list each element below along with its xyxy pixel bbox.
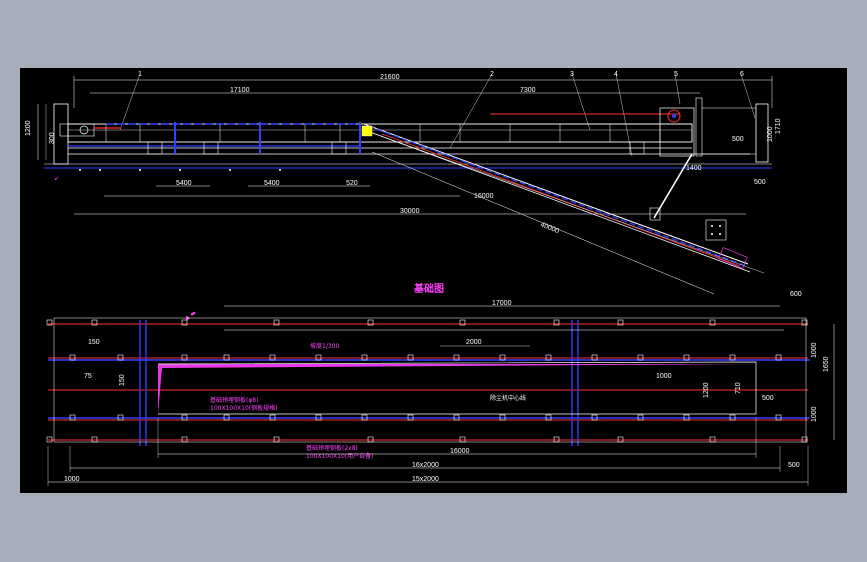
- part-label-3: 3: [570, 71, 574, 78]
- note-embed-2: 100X100X10(钢板规格): [210, 404, 277, 412]
- dim-plan-bottom-c: 15x2000: [412, 476, 439, 483]
- dim-right-a: 500: [732, 136, 744, 143]
- part-label-2: 2: [490, 71, 494, 78]
- dim-plan-bottom-b: 16x2000: [412, 462, 439, 469]
- dim-span1: 5400: [176, 180, 192, 187]
- part-label-1: 1: [138, 71, 142, 78]
- dim-h-left: 1200: [25, 120, 32, 136]
- cad-drawing: 21600 17100 7300 1 2 3 4 5 6 1200 300 ↙ …: [25, 71, 835, 486]
- note-slope: 坡度1/300: [310, 342, 339, 350]
- dim-plan-left-a: 150: [88, 339, 100, 346]
- dim-plan-right-v1: 1650: [823, 356, 830, 372]
- dim-plan-right-v2: 1000: [811, 342, 818, 358]
- dim-plan-left-end: 1000: [64, 476, 80, 483]
- dim-plan-inner-v1: 1200: [703, 382, 710, 398]
- dim-incline-len: 16000: [474, 193, 494, 200]
- dim-right-c: 500: [754, 179, 766, 186]
- dim-overall-top: 21600: [380, 74, 400, 81]
- anchor-plates: [46, 319, 808, 443]
- dim-small1: 520: [346, 180, 358, 187]
- dim-incline-len2: 40000: [539, 221, 560, 235]
- dim-right-b: 1400: [686, 165, 702, 172]
- dim-h-left2: 300: [49, 132, 56, 144]
- foundation-plan-view: 基础图 17000 600 ▲ ▬ 2000 1000 500 1200 710…: [46, 282, 835, 486]
- dim-h-right: 1710: [775, 118, 782, 134]
- dim-span2: 5400: [264, 180, 280, 187]
- dim-plan-top-right-a: 600: [790, 291, 802, 298]
- note-embed-1: 基础预埋钢板(φ8): [210, 396, 258, 404]
- part-label-6: 6: [740, 71, 744, 78]
- dim-plan-mid-span: 2000: [466, 339, 482, 346]
- dim-plan-inner-v2: 710: [735, 382, 742, 394]
- side-elevation-view: 21600 17100 7300 1 2 3 4 5 6 1200 300 ↙ …: [25, 71, 782, 295]
- dim-plan-left-b: 75: [84, 373, 92, 380]
- left-note-magenta: ↙: [54, 175, 59, 182]
- note-embed-4: 100X100X10(用户自备): [306, 452, 373, 460]
- note-center-line: 除尘机中心线: [490, 394, 526, 402]
- dim-seg-a: 17100: [230, 87, 250, 94]
- dim-plan-bottom-a: 16000: [450, 448, 470, 455]
- cad-drawing-viewport[interactable]: 21600 17100 7300 1 2 3 4 5 6 1200 300 ↙ …: [20, 68, 847, 493]
- dim-plan-top-span: 17000: [492, 300, 512, 307]
- dim-bottom-total: 30000: [400, 208, 420, 215]
- dim-plan-left-v: 150: [119, 374, 126, 386]
- dim-h-right2: 1000: [767, 126, 774, 142]
- dim-seg-b: 7300: [520, 87, 536, 94]
- dim-plan-right-v3: 1000: [811, 406, 818, 422]
- part-label-4: 4: [614, 71, 618, 78]
- plan-title: 基础图: [413, 282, 444, 295]
- note-embed-3: 基础预埋钢板(2x8): [306, 444, 358, 452]
- dim-plan-inner-a: 1000: [656, 373, 672, 380]
- dim-plan-right-end: 500: [788, 462, 800, 469]
- part-label-5: 5: [674, 71, 678, 78]
- dim-plan-inner-b: 500: [762, 395, 774, 402]
